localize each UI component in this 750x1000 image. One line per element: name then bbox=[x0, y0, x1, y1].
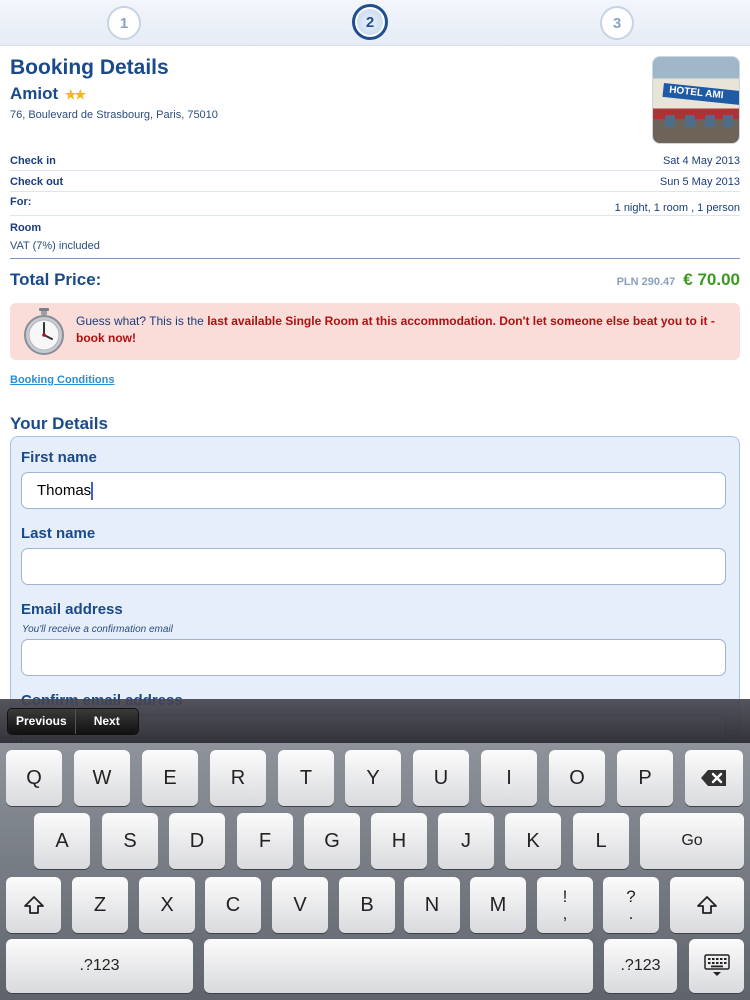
key-y[interactable]: Y bbox=[345, 750, 401, 806]
numbers-key-right[interactable]: .?123 bbox=[604, 939, 677, 993]
key-b[interactable]: B bbox=[339, 877, 395, 933]
space-bar[interactable] bbox=[204, 939, 593, 993]
availability-alert: Guess what? This is the last available S… bbox=[10, 303, 740, 360]
key-q[interactable]: Q bbox=[6, 750, 62, 806]
hotel-address: 76, Boulevard de Strasbourg, Paris, 7501… bbox=[10, 109, 218, 121]
shift-icon bbox=[23, 896, 44, 914]
exclamation-comma-key[interactable]: ! , bbox=[537, 877, 593, 933]
key-w[interactable]: W bbox=[74, 750, 130, 806]
key-m[interactable]: M bbox=[470, 877, 526, 933]
key-k[interactable]: K bbox=[505, 813, 561, 869]
key-s[interactable]: S bbox=[102, 813, 158, 869]
numbers-key-left[interactable]: .?123 bbox=[6, 939, 193, 993]
key-c[interactable]: C bbox=[205, 877, 261, 933]
check-out-label: Check out bbox=[10, 176, 64, 188]
key-o[interactable]: O bbox=[549, 750, 605, 806]
key-d[interactable]: D bbox=[169, 813, 225, 869]
first-name-value: Thomas bbox=[37, 482, 92, 499]
go-key[interactable]: Go bbox=[640, 813, 744, 869]
total-price-label: Total Price: bbox=[10, 270, 102, 289]
room-label: Room bbox=[10, 222, 42, 234]
first-name-field[interactable]: Thomas bbox=[21, 472, 726, 509]
question-period-key[interactable]: ? . bbox=[603, 877, 659, 933]
key-u[interactable]: U bbox=[413, 750, 469, 806]
shift-left-key[interactable] bbox=[6, 877, 61, 933]
key-question: ? bbox=[626, 887, 636, 906]
keyboard-toolbar: Previous Next bbox=[0, 699, 750, 743]
shift-icon bbox=[697, 896, 717, 914]
key-i[interactable]: I bbox=[481, 750, 537, 806]
key-j[interactable]: J bbox=[438, 813, 494, 869]
key-t[interactable]: T bbox=[278, 750, 334, 806]
hide-keyboard-icon bbox=[703, 954, 730, 976]
step-3[interactable]: 3 bbox=[600, 6, 634, 40]
total-price-pln: PLN 290.47 bbox=[616, 276, 676, 288]
check-out-value: Sun 5 May 2013 bbox=[659, 176, 740, 188]
alert-message: Guess what? This is the last available S… bbox=[76, 313, 726, 347]
backspace-key[interactable] bbox=[685, 750, 743, 806]
key-p[interactable]: P bbox=[617, 750, 673, 806]
star-rating-icon: ★★ bbox=[64, 87, 86, 102]
hotel-photo[interactable]: HOTEL AMI bbox=[652, 56, 740, 144]
first-name-label: First name bbox=[21, 449, 97, 466]
backspace-icon bbox=[701, 770, 726, 786]
form-navigation: Previous Next bbox=[7, 708, 139, 735]
key-exclamation: ! bbox=[562, 887, 568, 906]
for-label: For: bbox=[10, 196, 32, 208]
page-title: Booking Details bbox=[10, 56, 169, 79]
key-r[interactable]: R bbox=[210, 750, 266, 806]
step-2-active[interactable]: 2 bbox=[352, 4, 388, 40]
key-f[interactable]: F bbox=[237, 813, 293, 869]
email-label: Email address bbox=[21, 601, 123, 618]
total-price: PLN 290.47 € 70.00 bbox=[617, 270, 740, 290]
key-n[interactable]: N bbox=[404, 877, 460, 933]
onscreen-keyboard: Q W E R T Y U I O P A S D F G H J K L Go… bbox=[0, 743, 750, 1000]
email-hint: You'll receive a confirmation email bbox=[22, 624, 173, 635]
key-e[interactable]: E bbox=[142, 750, 198, 806]
total-price-eur: € 70.00 bbox=[683, 270, 740, 289]
check-in-label: Check in bbox=[10, 155, 56, 167]
hide-keyboard-key[interactable] bbox=[689, 939, 744, 993]
check-in-row: Check in Sat 4 May 2013 bbox=[10, 152, 740, 171]
hotel-name: Amiot ★★ bbox=[10, 84, 86, 104]
alert-prefix: Guess what? This is the bbox=[76, 314, 208, 328]
check-in-value: Sat 4 May 2013 bbox=[662, 155, 740, 167]
shift-right-key[interactable] bbox=[670, 877, 744, 933]
next-button[interactable]: Next bbox=[74, 709, 138, 734]
your-details-heading: Your Details bbox=[10, 414, 108, 433]
key-v[interactable]: V bbox=[272, 877, 328, 933]
for-row: For: 1 night, 1 room , 1 person bbox=[10, 194, 740, 216]
previous-button[interactable]: Previous bbox=[8, 709, 75, 734]
key-g[interactable]: G bbox=[304, 813, 360, 869]
vat-note: VAT (7%) included bbox=[10, 240, 100, 252]
hotel-sign: HOTEL AMI bbox=[662, 82, 739, 106]
key-h[interactable]: H bbox=[371, 813, 427, 869]
details-form: First name Thomas Last name Email addres… bbox=[10, 436, 740, 752]
key-comma: , bbox=[562, 904, 568, 923]
last-name-field[interactable] bbox=[21, 548, 726, 585]
last-name-label: Last name bbox=[21, 525, 96, 542]
key-period: . bbox=[628, 904, 634, 923]
for-value: 1 night, 1 room , 1 person bbox=[614, 202, 740, 214]
check-out-row: Check out Sun 5 May 2013 bbox=[10, 173, 740, 192]
key-a[interactable]: A bbox=[34, 813, 90, 869]
step-1[interactable]: 1 bbox=[107, 6, 141, 40]
stopwatch-icon bbox=[24, 308, 64, 355]
hotel-name-text: Amiot bbox=[10, 84, 59, 103]
step-indicator: 1 2 3 bbox=[0, 0, 750, 46]
booking-conditions-link[interactable]: Booking Conditions bbox=[10, 374, 114, 386]
key-x[interactable]: X bbox=[139, 877, 195, 933]
key-l[interactable]: L bbox=[573, 813, 629, 869]
text-caret bbox=[91, 482, 94, 501]
divider bbox=[10, 258, 740, 259]
key-z[interactable]: Z bbox=[72, 877, 128, 933]
email-field[interactable] bbox=[21, 639, 726, 676]
